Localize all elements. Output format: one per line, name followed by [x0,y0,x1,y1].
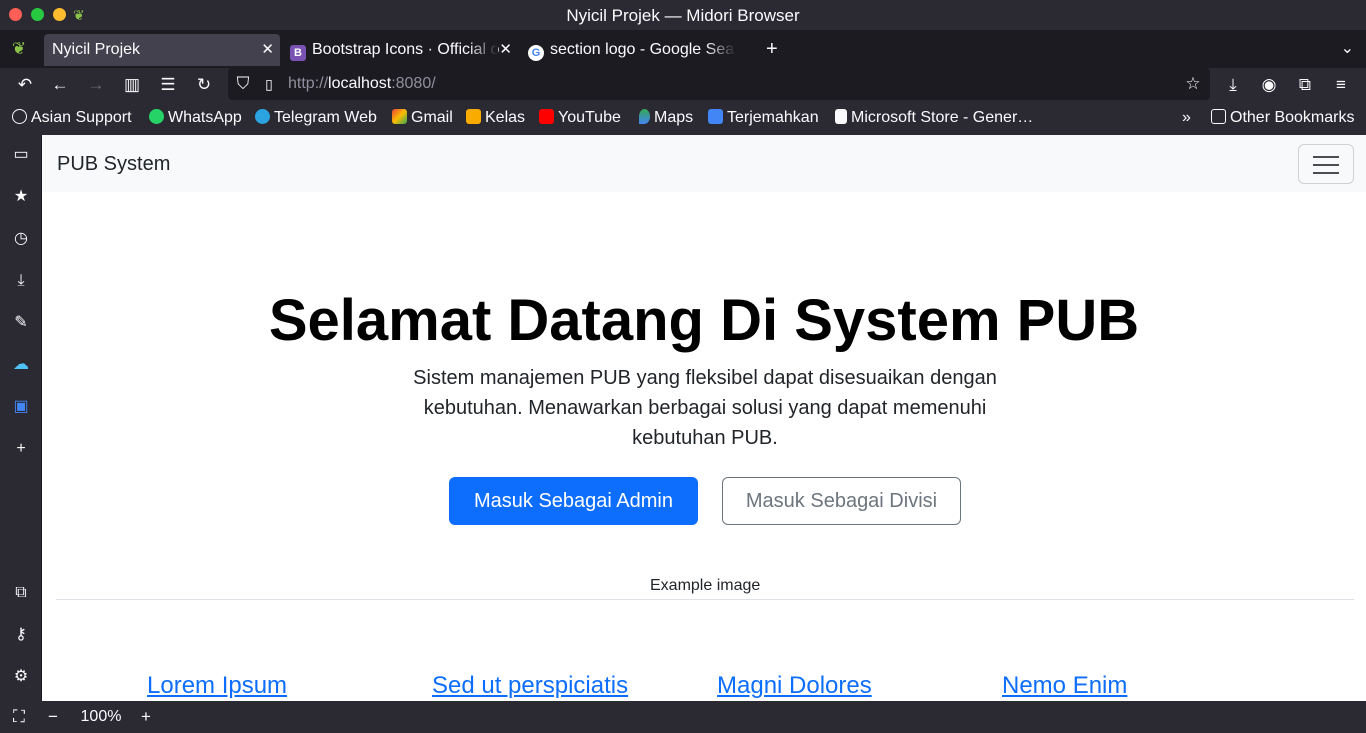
bookmark-whatsapp[interactable]: WhatsApp [149,109,242,127]
extensions-icon[interactable]: ⧉ [11,583,31,603]
navigation-toolbar: ↶ ← → ▥ ☰ ↻ ⛉ ▯ http://localhost:8080/ ☆… [0,68,1366,102]
status-bar: ⛶ − 100% + [0,701,1366,733]
window-title: Nyicil Projek — Midori Browser [566,6,800,25]
translate-icon [708,109,723,124]
cloud-icon[interactable]: ☁ [11,355,31,375]
forward-button[interactable]: → [85,74,107,96]
site-navbar: PUB System [42,135,1366,192]
globe-icon [12,109,27,124]
hero-title: Selamat Datang Di System PUB [268,288,1140,353]
tab-label: Nyicil Projek [52,41,141,58]
briefcase-icon[interactable]: ▭ [11,145,31,165]
folder-icon [1211,109,1226,124]
telegram-icon [255,109,270,124]
bookmark-star-icon[interactable]: ☆ [1182,73,1204,95]
address-bar[interactable]: ⛉ ▯ http://localhost:8080/ ☆ [228,68,1210,100]
example-image: Example image [650,577,761,594]
shield-icon[interactable]: ⛉ [232,73,254,95]
whatsapp-icon [149,109,164,124]
hero-subtitle: Sistem manajemen PUB yang fleksibel dapa… [413,367,997,449]
link-nemo-enim[interactable]: Nemo Enim [1002,672,1127,700]
extensions-icon[interactable]: ⧉ [1294,74,1316,96]
settings-gear-icon[interactable]: ⚙ [11,667,31,687]
bookmarks-toolbar: Asian Support WhatsApp Telegram Web Gmai… [0,102,1366,135]
bookmark-microsoft-store[interactable]: Microsoft Store - Gener… [835,109,1033,127]
notes-pen-icon[interactable]: ✎ [11,313,31,333]
close-tab-icon[interactable]: ✕ [261,40,274,58]
close-tab-icon[interactable]: ✕ [499,40,512,58]
tab-google-search[interactable]: Gsection logo - Google Sea [520,34,756,66]
zoom-level[interactable]: 100% [78,706,124,728]
bookmark-terjemahkan[interactable]: Terjemahkan [708,109,819,127]
midori-menu-icon[interactable]: ❦ [8,38,30,60]
translate-icon[interactable]: ▣ [11,397,31,417]
hamburger-line [1313,164,1339,166]
page-info-icon[interactable]: ▯ [258,73,280,95]
url-text[interactable]: http://localhost:8080/ [288,75,436,93]
window-titlebar: ❦ Nyicil Projek — Midori Browser [0,0,1366,30]
hamburger-line [1313,156,1339,158]
other-bookmarks[interactable]: Other Bookmarks [1211,109,1354,127]
gmail-icon [392,109,407,124]
maps-icon [639,109,650,124]
classroom-icon [466,109,481,124]
store-icon [835,109,847,124]
history-clock-icon[interactable]: ◷ [11,229,31,249]
bookmarks-overflow-icon[interactable]: » [1182,109,1191,127]
divisi-login-button[interactable]: Masuk Sebagai Divisi [722,477,961,525]
zoom-out-button[interactable]: − [42,706,64,728]
tab-list-chevron-icon[interactable]: ⌄ [1341,38,1354,58]
key-icon[interactable]: ⚷ [11,625,31,645]
undo-close-icon[interactable]: ↶ [14,74,36,96]
bookmark-maps[interactable]: Maps [639,109,693,127]
bookmark-gmail[interactable]: Gmail [392,109,453,127]
site-brand[interactable]: PUB System [57,153,170,176]
tab-nyicil-projek[interactable]: Nyicil Projek ✕ [44,34,280,66]
web-content: PUB System Selamat Datang Di System PUB … [42,135,1366,701]
downloads-icon[interactable]: ⤓ [11,271,31,291]
tab-bootstrap-icons[interactable]: B Bootstrap Icons · Official o ✕ [282,34,518,66]
bookmarks-star-icon[interactable]: ★ [11,187,31,207]
link-sed-ut-perspiciatis[interactable]: Sed ut perspiciatis [432,672,628,700]
hamburger-line [1313,172,1339,174]
sidebar-toggle-icon[interactable]: ▥ [121,74,143,96]
screenshot-icon[interactable]: ⛶ [8,706,30,728]
divider [56,599,1354,600]
youtube-icon [539,109,554,124]
bookmark-telegram[interactable]: Telegram Web [255,109,377,127]
new-tab-button[interactable]: + [766,38,778,61]
downloads-icon[interactable]: ⤓ [1222,74,1244,96]
zoom-in-button[interactable]: + [135,706,157,728]
add-panel-icon[interactable]: + [11,439,31,459]
account-icon[interactable]: ◉ [1258,74,1280,96]
reload-button[interactable]: ↻ [193,74,215,96]
bookmark-asian-support[interactable]: Asian Support [12,109,132,127]
browser-sidebar: ▭ ★ ◷ ⤓ ✎ ☁ ▣ + ⧉ ⚷ ⚙ [0,135,42,701]
bootstrap-favicon-icon: B [290,45,306,61]
admin-login-button[interactable]: Masuk Sebagai Admin [449,477,698,525]
reader-list-icon[interactable]: ☰ [157,74,179,96]
link-lorem-ipsum[interactable]: Lorem Ipsum [147,672,287,700]
bookmark-kelas[interactable]: Kelas [466,109,525,127]
menu-icon[interactable]: ≡ [1330,74,1352,96]
google-favicon-icon: G [528,45,544,61]
back-button[interactable]: ← [49,74,71,96]
link-magni-dolores[interactable]: Magni Dolores [717,672,872,700]
bookmark-youtube[interactable]: YouTube [539,109,621,127]
navbar-toggler-button[interactable] [1298,144,1354,184]
tab-bar: ❦ Nyicil Projek ✕ B Bootstrap Icons · Off… [0,30,1366,68]
